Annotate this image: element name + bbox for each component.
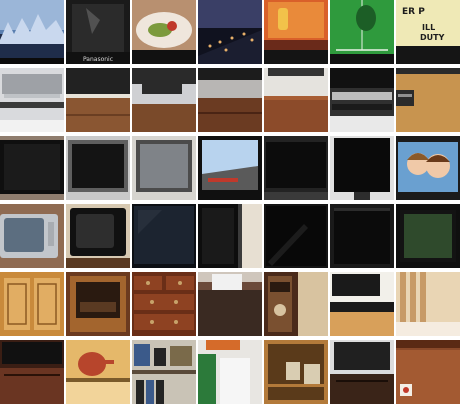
- black-tv-on-stand-image: [330, 136, 394, 200]
- tv-silver-on-stand-image: [0, 68, 64, 132]
- dvd-player-under-tv-image: [330, 68, 394, 132]
- tile-r6c5: [264, 340, 328, 404]
- black-tv-off-image: [0, 136, 64, 200]
- tile-r1c3: [132, 0, 196, 64]
- shelf-with-vase-image: [264, 272, 328, 336]
- tile-r6c4: [198, 340, 262, 404]
- tv-screen-food-plate-image: [132, 0, 196, 64]
- tv-on-light-wood-unit-image: [396, 68, 460, 132]
- tv-on-wood-console-image: [0, 340, 64, 404]
- tile-r4c5: [264, 204, 328, 268]
- tv-stand-dark-wood-image: [198, 68, 262, 132]
- tile-r5c2: [66, 272, 130, 336]
- tile-r3c4: [198, 136, 262, 200]
- book-and-sign-image: [198, 340, 262, 404]
- tissue-box-on-cabinet-image: [198, 272, 262, 336]
- tv-dark-panel-image: Panasonic: [66, 0, 130, 64]
- tile-r4c7: [396, 204, 460, 268]
- tv-screen-orange-room-image: [264, 0, 328, 64]
- tv-on-wood-cabinet-image: [66, 68, 130, 132]
- tile-r4c1: [0, 204, 64, 268]
- tile-r5c7: [396, 272, 460, 336]
- tile-r6c6: [330, 340, 394, 404]
- tv-on-brown-table-image: [264, 68, 328, 132]
- grey-tv-off-image: [132, 136, 196, 200]
- tile-r5c4: [198, 272, 262, 336]
- tile-r2c1: [0, 68, 64, 132]
- tile-r3c2: [66, 136, 130, 200]
- tv-on-low-stand-image: [330, 272, 394, 336]
- tile-r1c5: [264, 0, 328, 64]
- tile-r1c4: [198, 0, 262, 64]
- tile-r3c1: [0, 136, 64, 200]
- tile-r4c3: [132, 204, 196, 268]
- tv-green-screen-image: [396, 204, 460, 268]
- teapot-on-shelf-image: [66, 340, 130, 404]
- wood-dresser-drawers-image: [132, 272, 196, 336]
- tv-screen-city-lights-image: [198, 0, 262, 64]
- tv-screen-road-scene-image: [198, 136, 262, 200]
- tile-r6c1: [0, 340, 64, 404]
- tile-r3c7: [396, 136, 460, 200]
- tile-r3c6: [330, 136, 394, 200]
- tile-r2c3: [132, 68, 196, 132]
- tile-r1c7: ER P ILL DUTY: [396, 0, 460, 64]
- tile-r6c7: [396, 340, 460, 404]
- black-tv-dim-image: [330, 204, 394, 268]
- tv-base-on-cabinet-image: [132, 68, 196, 132]
- wood-panel-wall-image: [396, 272, 460, 336]
- tv-screen-city-scene-image: [0, 0, 64, 64]
- screen-text-line-2: ILL: [422, 23, 435, 32]
- tile-r5c6: [330, 272, 394, 336]
- tile-r2c6: [330, 68, 394, 132]
- wood-cabinet-with-label-image: [396, 340, 460, 404]
- black-tv-dark-room-image: [264, 136, 328, 200]
- tv-brand-label: Panasonic: [83, 56, 113, 63]
- tv-screen-text-news-image: ER P ILL DUTY: [396, 0, 460, 64]
- tile-r2c2: [66, 68, 130, 132]
- tile-r5c5: [264, 272, 328, 336]
- tile-r4c4: [198, 204, 262, 268]
- tile-r4c6: [330, 204, 394, 268]
- tile-r5c1: [0, 272, 64, 336]
- tile-r3c3: [132, 136, 196, 200]
- screen-text-line-1: ER P: [402, 7, 425, 17]
- tile-r1c6: [330, 0, 394, 64]
- crt-tv-black-image: [66, 204, 130, 268]
- image-grid: Panasonic ER P ILL DUTY: [0, 0, 460, 404]
- tile-r1c1: [0, 0, 64, 64]
- tv-on-dark-stand-image: [330, 340, 394, 404]
- tile-r6c2: [66, 340, 130, 404]
- wooden-cabinet-doors-image: [0, 272, 64, 336]
- black-tv-silver-frame-image: [66, 136, 130, 200]
- screen-text-line-3: DUTY: [420, 33, 445, 42]
- tv-screen-two-children-image: [396, 136, 460, 200]
- crt-tv-silver-image: [0, 204, 64, 268]
- tile-r6c3: [132, 340, 196, 404]
- tile-r4c2: [66, 204, 130, 268]
- dark-tv-closeup-image: [132, 204, 196, 268]
- tile-r2c5: [264, 68, 328, 132]
- black-tv-glossy-image: [264, 204, 328, 268]
- tv-next-to-wall-image: [198, 204, 262, 268]
- tile-r3c5: [264, 136, 328, 200]
- tile-r5c3: [132, 272, 196, 336]
- tv-screen-tennis-court-image: [330, 0, 394, 64]
- cluttered-shelf-image: [132, 340, 196, 404]
- fireplace-cabinet-image: [66, 272, 130, 336]
- tile-r1c2: Panasonic: [66, 0, 130, 64]
- tile-r2c7: [396, 68, 460, 132]
- tile-r2c4: [198, 68, 262, 132]
- bookshelf-with-photos-image: [264, 340, 328, 404]
